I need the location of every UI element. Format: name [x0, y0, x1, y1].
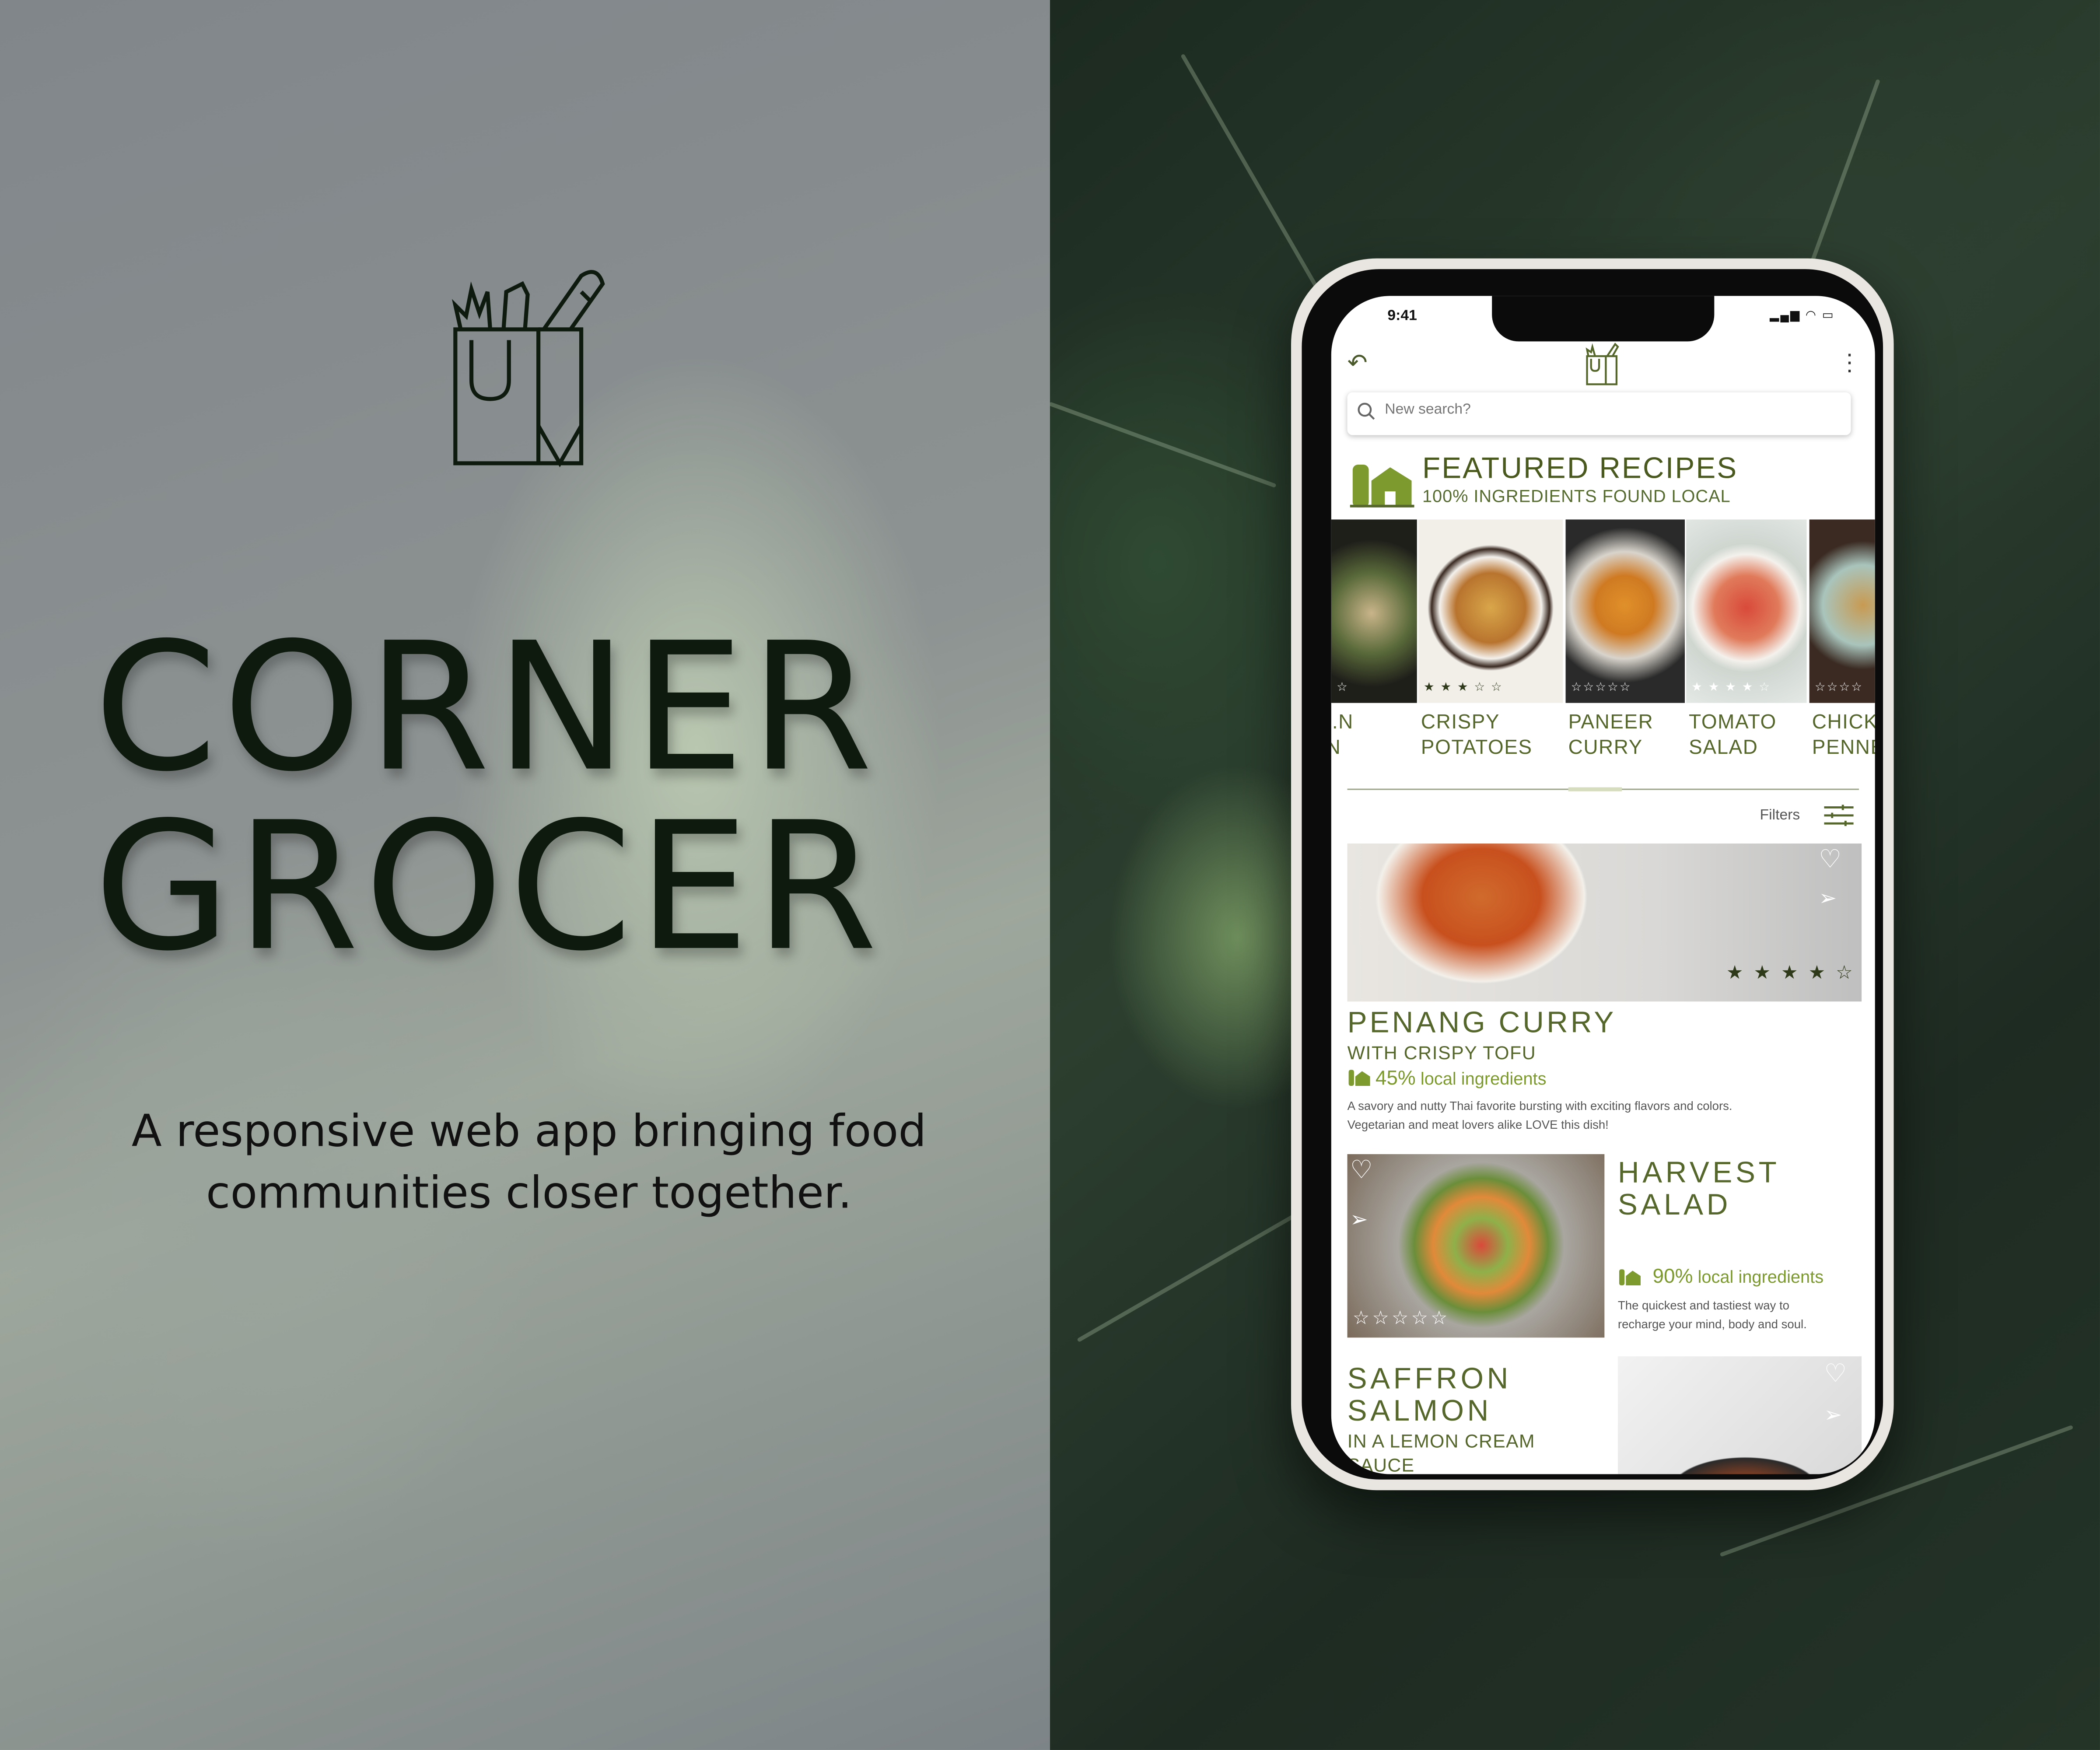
recipe-title[interactable]: SAFFRON SALMON: [1348, 1362, 1512, 1427]
card-label: ..N N: [1331, 711, 1354, 759]
carousel-card[interactable]: ☆☆☆☆☆ PANEER CURRY: [1565, 519, 1685, 787]
grocery-bag-icon[interactable]: [1583, 341, 1623, 387]
brand-panel: CORNER GROCER A responsive web app bring…: [0, 0, 1050, 1750]
description-line: recharge your mind, body and soul.: [1617, 1317, 1807, 1331]
recipe-rating: ☆☆☆☆☆: [1352, 1306, 1450, 1328]
recipe-title[interactable]: HARVEST SALAD: [1618, 1156, 1780, 1221]
carousel-scroll-indicator[interactable]: [1568, 787, 1622, 791]
card-label: CHICK PENNE: [1812, 711, 1875, 760]
featured-carousel[interactable]: ☆ ..N N ★ ★ ★ ☆ ☆ CRISPY POTATOES ☆☆☆☆☆ …: [1331, 519, 1875, 787]
description-line: A savory and nutty Thai favorite burstin…: [1347, 1099, 1732, 1113]
phone-bezel: 9:41 ▂▄▆ ◠ ▭ ↶ · · · New search? FEATURE…: [1302, 269, 1883, 1480]
share-send-icon[interactable]: ➢: [1824, 1402, 1842, 1428]
filter-sliders-icon[interactable]: [1824, 805, 1854, 826]
recipe-subtitle: IN A LEMON CREAM SAUCE: [1347, 1430, 1535, 1474]
carousel-card[interactable]: ★ ★ ★ ★ ☆ TOMATO SALAD: [1686, 519, 1807, 787]
search-bar[interactable]: [1347, 392, 1851, 435]
card-stars: ☆☆☆☆: [1814, 680, 1863, 694]
local-ingredients: 90% local ingredients: [1653, 1265, 1824, 1288]
local-label: local ingredients: [1420, 1068, 1547, 1089]
search-input[interactable]: [1382, 400, 1830, 419]
local-ingredients: 45% local ingredients: [1376, 1067, 1547, 1090]
recipe-subtitle: WITH CRISPY TOFU: [1347, 1041, 1536, 1063]
card-stars: ★ ★ ★ ☆ ☆: [1424, 680, 1503, 694]
local-market-icon: [1348, 1070, 1370, 1086]
favorite-heart-icon[interactable]: ♡: [1819, 845, 1841, 875]
back-arrow-icon[interactable]: ↶: [1348, 350, 1368, 378]
recipe-rating: ★ ★ ★ ★ ☆: [1726, 961, 1855, 983]
recipe-photo: [1686, 519, 1807, 703]
recipe-title[interactable]: PENANG CURRY: [1348, 1005, 1617, 1040]
featured-subtitle: 100% INGREDIENTS FOUND LOCAL: [1422, 486, 1731, 506]
grocery-bag-icon: [452, 270, 605, 468]
recipe-description: A savory and nutty Thai favorite burstin…: [1348, 1096, 1862, 1134]
card-stars: ★ ★ ★ ★ ☆: [1691, 680, 1771, 694]
card-stars: ☆☆☆☆☆: [1571, 680, 1632, 694]
favorite-heart-icon[interactable]: ♡: [1824, 1359, 1847, 1390]
card-label: TOMATO SALAD: [1689, 711, 1777, 760]
carousel-card[interactable]: ★ ★ ★ ☆ ☆ CRISPY POTATOES: [1418, 519, 1563, 787]
recipe-description: The quickest and tastiest way to recharg…: [1618, 1296, 1866, 1334]
tagline-line1: A responsive web app bringing food: [131, 1104, 927, 1157]
filters-label[interactable]: Filters: [1760, 807, 1800, 823]
kebab-menu-icon[interactable]: · · ·: [1845, 341, 1853, 382]
share-send-icon[interactable]: ➢: [1819, 885, 1837, 912]
card-label: CRISPY POTATOES: [1421, 711, 1533, 760]
recipe-photo: [1565, 519, 1685, 703]
recipe-photo: [1418, 519, 1563, 703]
card-label: PANEER CURRY: [1568, 711, 1654, 760]
featured-title: FEATURED RECIPES: [1422, 451, 1738, 485]
tagline: A responsive web app bringing food commu…: [80, 1101, 978, 1224]
tagline-line2: communities closer together.: [206, 1166, 852, 1218]
local-percent: 45%: [1375, 1067, 1416, 1090]
description-line: Vegetarian and meat lovers alike LOVE th…: [1347, 1118, 1609, 1132]
recipe-photo: [1331, 519, 1417, 703]
phone-mockup: 9:41 ▂▄▆ ◠ ▭ ↶ · · · New search? FEATURE…: [1291, 258, 1894, 1491]
brand-title: CORNER GROCER: [94, 619, 951, 977]
search-icon: [1358, 402, 1375, 420]
brand-title-line1: CORNER: [94, 605, 878, 812]
share-send-icon[interactable]: ➢: [1350, 1206, 1368, 1233]
app-screen: 9:41 ▂▄▆ ◠ ▭ ↶ · · · New search? FEATURE…: [1331, 296, 1875, 1474]
card-stars: ☆: [1337, 680, 1349, 694]
status-icons: ▂▄▆ ◠ ▭: [1770, 308, 1835, 322]
carousel-card[interactable]: ☆☆☆☆ CHICK PENNE: [1809, 519, 1875, 787]
phone-notch: [1492, 296, 1715, 342]
local-percent: 90%: [1652, 1265, 1693, 1288]
local-label: local ingredients: [1698, 1267, 1824, 1287]
description-line: The quickest and tastiest way to: [1617, 1298, 1790, 1312]
local-market-icon: [1350, 464, 1414, 508]
carousel-card[interactable]: ☆ ..N N: [1331, 519, 1417, 787]
brand-title-line2: GROCER: [94, 784, 883, 991]
status-time: 9:41: [1387, 308, 1417, 324]
local-market-icon: [1619, 1269, 1641, 1285]
favorite-heart-icon[interactable]: ♡: [1350, 1155, 1373, 1186]
recipe-photo: [1809, 519, 1875, 703]
